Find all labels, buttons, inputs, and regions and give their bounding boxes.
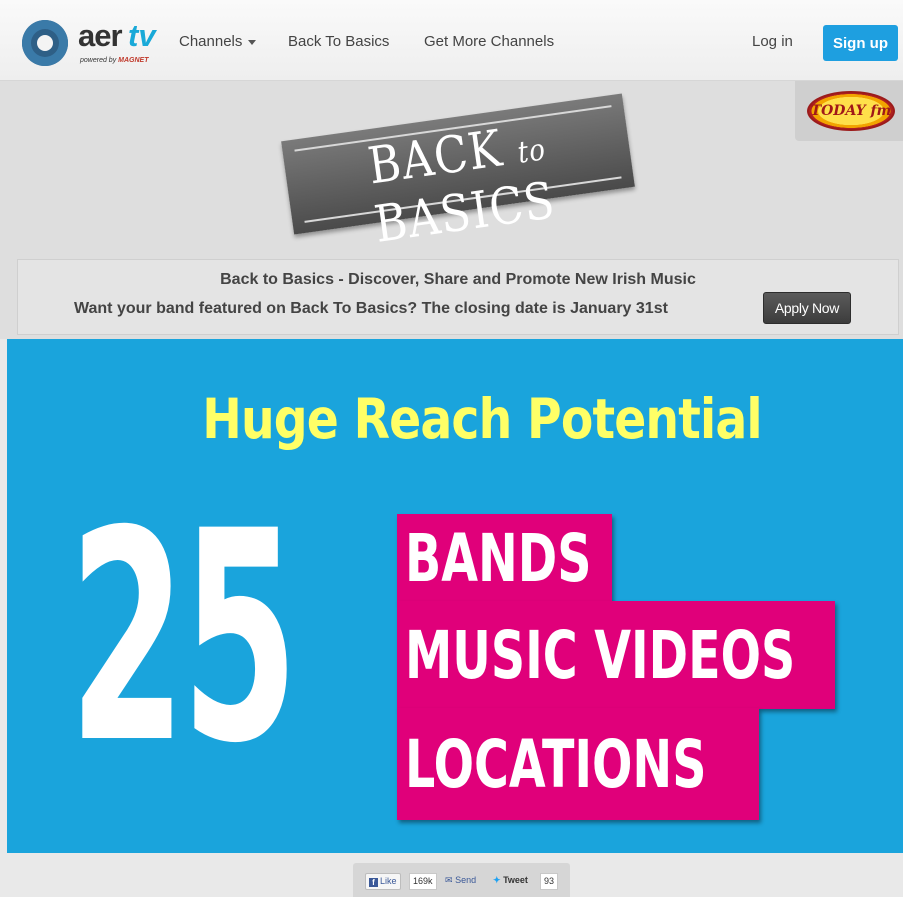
tweet-count: 93: [540, 873, 559, 890]
aertv-logo-icon: [22, 20, 68, 66]
nav-back-to-basics[interactable]: Back To Basics: [288, 33, 389, 50]
like-label: Like: [380, 876, 397, 886]
top-navbar: aer tv powered by MAGNET Channels Back T…: [0, 0, 903, 81]
tweet-label: Tweet: [503, 875, 528, 885]
social-share-bar: f Like 169k ✉ Send ✦ Tweet 93: [353, 863, 570, 897]
login-link[interactable]: Log in: [752, 33, 793, 50]
today-fm-logo: TODAY fm: [807, 91, 895, 131]
back-to-basics-banner: TODAY fm BACK to BASICS Back to Basics -…: [0, 81, 903, 339]
hero-item-label: MUSIC VIDEOS: [405, 617, 796, 694]
nav-get-more-channels[interactable]: Get More Channels: [424, 33, 554, 50]
radio-sponsor-tab[interactable]: TODAY fm: [795, 81, 903, 141]
facebook-like-button[interactable]: f Like: [365, 873, 401, 890]
tweet-button[interactable]: ✦ Tweet: [490, 873, 531, 888]
send-icon: ✉: [445, 875, 453, 885]
hero-image: Huge Reach Potential 25 BANDS MUSIC VIDE…: [7, 339, 903, 853]
chevron-down-icon: [248, 39, 257, 45]
hero-item-locations: LOCATIONS: [397, 708, 759, 820]
hero-number: 25: [69, 470, 298, 807]
ribbon-title: BACK to BASICS: [282, 102, 639, 266]
aertv-logo[interactable]: aer tv powered by MAGNET: [22, 18, 162, 72]
hero-headline: Huge Reach Potential: [202, 387, 762, 451]
hero-item-label: LOCATIONS: [405, 726, 707, 803]
hero-item-bands: BANDS: [397, 514, 612, 602]
logo-text-accent: tv: [128, 18, 156, 53]
tagline: Back to Basics - Discover, Share and Pro…: [220, 271, 696, 288]
info-box: Back to Basics - Discover, Share and Pro…: [17, 259, 899, 335]
hero-item-label: BANDS: [405, 520, 592, 597]
signup-button[interactable]: Sign up: [823, 25, 898, 61]
powered-by-label: powered by: [80, 57, 117, 64]
logo-text-main: aer: [78, 18, 123, 53]
nav-channels-dropdown[interactable]: Channels: [179, 33, 257, 50]
twitter-icon: ✦: [493, 875, 501, 885]
facebook-icon: f: [369, 878, 378, 887]
apply-now-button[interactable]: Apply Now: [763, 292, 851, 324]
facebook-send-button[interactable]: ✉ Send: [442, 873, 479, 888]
powered-by-brand: MAGNET: [118, 57, 149, 64]
send-label: Send: [455, 875, 477, 885]
cta-text: Want your band featured on Back To Basic…: [74, 300, 668, 317]
hero-item-music-videos: MUSIC VIDEOS: [397, 601, 835, 709]
nav-channels-label: Channels: [179, 33, 243, 50]
back-to-basics-logo: BACK to BASICS: [279, 76, 638, 255]
logo-powered-by: powered by MAGNET: [80, 57, 149, 64]
ribbon-word-to: to: [515, 132, 549, 171]
like-count: 169k: [409, 873, 437, 890]
